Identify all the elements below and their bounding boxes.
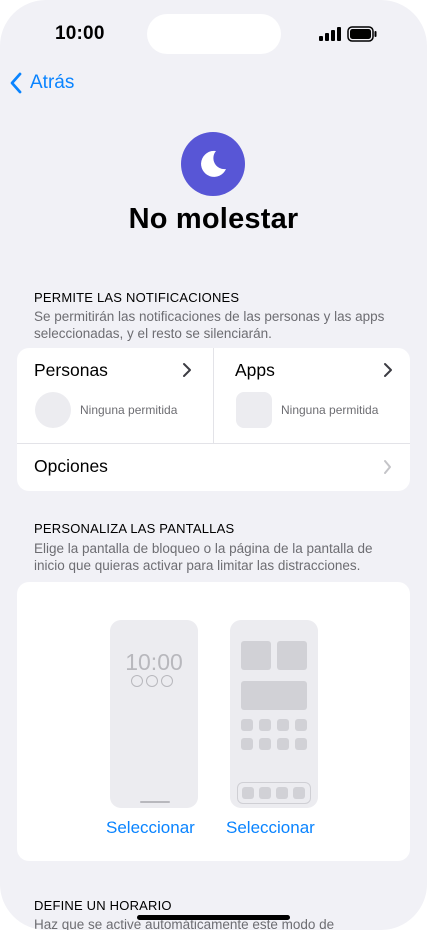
app-placeholder — [277, 719, 289, 731]
allow-notifications-heading: PERMITE LAS NOTIFICACIONES — [34, 290, 240, 305]
widget-placeholder — [277, 641, 307, 670]
app-placeholder — [259, 738, 271, 750]
app-placeholder — [295, 738, 307, 750]
app-placeholder — [241, 719, 253, 731]
chevron-right-icon — [384, 363, 392, 377]
app-placeholder — [293, 787, 305, 799]
app-placeholder — [259, 787, 271, 799]
app-placeholder — [259, 719, 271, 731]
people-avatar — [35, 392, 71, 428]
cellular-signal-icon — [319, 27, 341, 41]
home-indicator[interactable] — [137, 915, 290, 920]
apps-status: Ninguna permitida — [281, 403, 379, 417]
customize-screens-description: Elige la pantalla de bloqueo o la página… — [34, 541, 373, 573]
widget-placeholder — [241, 681, 307, 710]
notifications-card: Personas Ninguna permitida Apps Ninguna … — [17, 348, 410, 491]
widget-placeholders — [131, 675, 173, 687]
people-label: Personas — [34, 360, 108, 380]
moon-icon — [201, 150, 226, 177]
lock-screen-preview[interactable]: 10:00 — [110, 620, 198, 808]
customize-screens-heading: PERSONALIZA LAS PANTALLAS — [34, 521, 235, 536]
app-placeholder — [241, 738, 253, 750]
chevron-right-icon — [183, 363, 191, 377]
home-bar — [140, 801, 170, 803]
home-screen-preview[interactable] — [230, 620, 318, 808]
people-status: Ninguna permitida — [80, 403, 178, 417]
apps-label: Apps — [235, 360, 275, 380]
app-icon-placeholder — [236, 392, 272, 428]
options-row[interactable]: Opciones — [34, 456, 108, 477]
app-placeholder — [276, 787, 288, 799]
people-cell[interactable]: Personas Ninguna permitida — [17, 348, 213, 443]
select-home-screen-button[interactable]: Seleccionar — [226, 818, 315, 838]
dock-preview — [237, 782, 311, 804]
back-label: Atrás — [30, 72, 75, 93]
screens-card: 10:00 Seleccionar Seleccionar — [17, 582, 410, 861]
status-bar: 10:00 — [0, 0, 427, 70]
page-title: No molestar — [128, 203, 299, 235]
chevron-right-icon — [384, 460, 391, 474]
allow-notifications-description: Se permitirán las notificaciones de las … — [34, 309, 385, 341]
app-placeholder — [277, 738, 289, 750]
focus-mode-icon — [181, 132, 245, 196]
status-time: 10:00 — [55, 23, 105, 44]
apps-cell[interactable]: Apps Ninguna permitida — [214, 348, 410, 443]
chevron-left-icon — [10, 72, 22, 94]
app-placeholder — [295, 719, 307, 731]
battery-icon — [347, 26, 377, 42]
widget-placeholder — [241, 641, 271, 670]
schedule-heading: DEFINE UN HORARIO — [34, 898, 172, 913]
select-lock-screen-button[interactable]: Seleccionar — [106, 818, 195, 838]
dynamic-island — [147, 14, 281, 54]
row-divider — [17, 443, 410, 444]
back-button[interactable]: Atrás — [8, 71, 74, 95]
phone-screen: 10:00 Atrás No molestar PERMITE LAS NOTI… — [0, 0, 427, 930]
app-placeholder — [242, 787, 254, 799]
lock-preview-time: 10:00 — [125, 649, 183, 675]
